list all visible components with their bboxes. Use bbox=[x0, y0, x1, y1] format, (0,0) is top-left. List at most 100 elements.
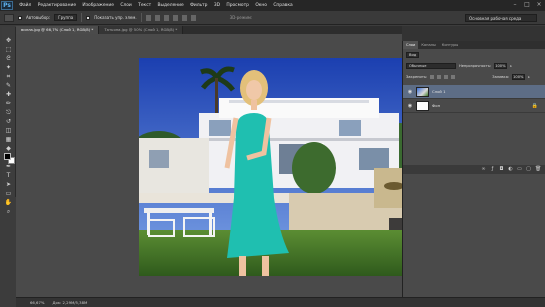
lock-position-icon[interactable] bbox=[444, 75, 449, 79]
path-selection-tool-icon[interactable]: ➤ bbox=[4, 181, 13, 188]
autoselect-dropdown[interactable]: Группа bbox=[54, 14, 78, 21]
minimize-button[interactable]: – bbox=[511, 1, 519, 9]
type-tool-icon[interactable]: T bbox=[4, 172, 13, 179]
opacity-input[interactable]: 100% bbox=[494, 63, 508, 69]
visibility-eye-icon[interactable]: ◉ bbox=[407, 103, 413, 109]
opacity-slider-arrow-icon[interactable]: ▸ bbox=[510, 64, 512, 68]
layers-footer: ∞ ƒ ◘ ◐ ▭ ▢ 🗑 bbox=[403, 165, 545, 174]
new-layer-icon[interactable]: ▢ bbox=[526, 167, 531, 172]
menu-item[interactable]: Файл bbox=[16, 3, 35, 8]
menu-item[interactable]: Редактирование bbox=[35, 3, 80, 8]
shape-tool-icon[interactable]: ▭ bbox=[4, 190, 13, 197]
divider bbox=[140, 13, 142, 22]
document-tab-bar: вилла.jpg @ 66,7% (Слой 1, RGB/8) * Тать… bbox=[16, 26, 402, 34]
crop-tool-icon[interactable]: ⌗ bbox=[4, 73, 13, 80]
layer-mask-icon[interactable]: ◘ bbox=[499, 167, 504, 172]
align-bottom-icon[interactable] bbox=[163, 14, 169, 21]
align-center-icon[interactable] bbox=[181, 14, 187, 21]
blend-opacity-row: Обычные Непрозрачность: 100% ▸ bbox=[403, 63, 545, 69]
hand-tool-icon[interactable]: ✋ bbox=[4, 199, 13, 206]
zoom-level[interactable]: 66,67% bbox=[30, 300, 44, 305]
menu-item[interactable]: Изображение bbox=[79, 3, 117, 8]
clone-stamp-tool-icon[interactable]: ⎋ bbox=[4, 109, 13, 116]
menu-item[interactable]: Окно bbox=[252, 3, 270, 8]
blend-mode-dropdown[interactable]: Обычные bbox=[406, 63, 456, 69]
layers-panel: Слои Каналы Контуры Вид Обычные Непрозра… bbox=[402, 41, 545, 297]
menu-item[interactable]: Просмотр bbox=[223, 3, 252, 8]
menu-item[interactable]: Текст bbox=[135, 3, 154, 8]
zoom-tool-icon[interactable]: ⌕ bbox=[4, 208, 13, 215]
canvas-area[interactable] bbox=[16, 34, 430, 297]
mode-3d-label: 3D-режим: bbox=[229, 15, 253, 20]
tab-paths[interactable]: Контуры bbox=[439, 41, 461, 49]
lock-label: Закрепить: bbox=[406, 75, 428, 79]
layer-filter-dropdown[interactable]: Вид bbox=[406, 52, 420, 58]
new-group-icon[interactable]: ▭ bbox=[517, 167, 522, 172]
adjustment-layer-icon[interactable]: ◐ bbox=[508, 167, 513, 172]
lock-fill-row: Закрепить: Заливка: 100% ▸ bbox=[403, 74, 545, 80]
layer-name: Слой 1 bbox=[432, 89, 446, 94]
document-tab-villa[interactable]: вилла.jpg @ 66,7% (Слой 1, RGB/8) * bbox=[16, 26, 100, 34]
layer-thumbnail bbox=[416, 86, 429, 97]
lock-transparency-icon[interactable] bbox=[430, 75, 435, 79]
maximize-button[interactable]: □ bbox=[523, 1, 531, 9]
fill-slider-arrow-icon[interactable]: ▸ bbox=[528, 75, 530, 79]
autoselect-checkbox[interactable] bbox=[18, 15, 22, 20]
layer-row[interactable]: ◉ Фон 🔒 bbox=[403, 99, 545, 113]
align-middle-icon[interactable] bbox=[154, 14, 160, 21]
menu-item[interactable]: Слои bbox=[117, 3, 135, 8]
options-bar: Автовыбор: Группа Показать упр. элем. 3D… bbox=[0, 11, 545, 25]
layer-style-icon[interactable]: ƒ bbox=[490, 167, 495, 172]
lock-all-icon[interactable] bbox=[451, 75, 456, 79]
villa-photo bbox=[139, 58, 430, 276]
move-tool-preset-icon[interactable] bbox=[4, 13, 14, 22]
tab-layers[interactable]: Слои bbox=[403, 41, 419, 49]
document-size: Док: 2,29M/5,38M bbox=[52, 300, 88, 305]
menu-item[interactable]: Фильтр bbox=[187, 3, 211, 8]
status-bar: 66,67% Док: 2,29M/5,38M bbox=[16, 297, 545, 307]
transform-controls-label: Показать упр. элем. bbox=[94, 15, 137, 20]
transform-controls-checkbox[interactable] bbox=[86, 15, 91, 20]
layer-filter-row: Вид bbox=[403, 52, 545, 58]
lasso-tool-icon[interactable]: ᘓ bbox=[4, 55, 13, 62]
workspace-dropdown[interactable]: Основная рабочая среда bbox=[465, 14, 537, 22]
move-tool-icon[interactable]: ✥ bbox=[4, 37, 13, 44]
close-button[interactable]: × bbox=[535, 1, 543, 9]
collapsed-panel-strip bbox=[402, 26, 545, 42]
pen-tool-icon[interactable]: ✒ bbox=[4, 163, 13, 170]
healing-brush-tool-icon[interactable]: ✚ bbox=[4, 91, 13, 98]
layer-name: Фон bbox=[432, 103, 441, 108]
history-brush-tool-icon[interactable]: ↺ bbox=[4, 118, 13, 125]
opacity-label: Непрозрачность: bbox=[459, 64, 492, 68]
marquee-tool-icon[interactable]: ⬚ bbox=[4, 46, 13, 53]
eraser-tool-icon[interactable]: ◫ bbox=[4, 127, 13, 134]
visibility-eye-icon[interactable]: ◉ bbox=[407, 89, 413, 95]
document-image[interactable] bbox=[139, 58, 430, 276]
blur-tool-icon[interactable]: ◆ bbox=[4, 145, 13, 152]
menu-item[interactable]: Выделение bbox=[154, 3, 187, 8]
delete-layer-icon[interactable]: 🗑 bbox=[535, 167, 541, 172]
autoselect-label: Автовыбор: bbox=[26, 15, 51, 20]
fill-label: Заливка: bbox=[492, 75, 510, 79]
align-right-icon[interactable] bbox=[190, 14, 196, 21]
document-tab-tatiana[interactable]: Татьяна.jpg @ 50% (Слой 1, RGB/8) * bbox=[99, 26, 184, 34]
align-left-icon[interactable] bbox=[172, 14, 178, 21]
tab-channels[interactable]: Каналы bbox=[418, 41, 438, 49]
lock-pixels-icon[interactable] bbox=[437, 75, 442, 79]
eyedropper-tool-icon[interactable]: ✎ bbox=[4, 82, 13, 89]
foreground-color-swatch[interactable] bbox=[4, 153, 11, 160]
divider bbox=[81, 13, 83, 22]
window-controls: – □ × bbox=[511, 1, 543, 9]
magic-wand-tool-icon[interactable]: ✦ bbox=[4, 64, 13, 71]
fill-input[interactable]: 100% bbox=[512, 74, 526, 80]
menu-item[interactable]: Справка bbox=[270, 3, 296, 8]
align-top-icon[interactable] bbox=[145, 14, 151, 21]
tools-panel: ✥⬚ᘓ✦⌗✎✚✏⎋↺◫▦◆●✒T➤▭✋⌕ bbox=[2, 27, 16, 215]
layer-row[interactable]: ◉ Слой 1 bbox=[403, 85, 545, 99]
brush-tool-icon[interactable]: ✏ bbox=[4, 100, 13, 107]
layer-thumbnail bbox=[416, 100, 429, 111]
photoshop-logo: Ps bbox=[1, 1, 13, 10]
link-layers-icon[interactable]: ∞ bbox=[481, 167, 486, 172]
gradient-tool-icon[interactable]: ▦ bbox=[4, 136, 13, 143]
menu-item[interactable]: 3D bbox=[211, 3, 224, 8]
